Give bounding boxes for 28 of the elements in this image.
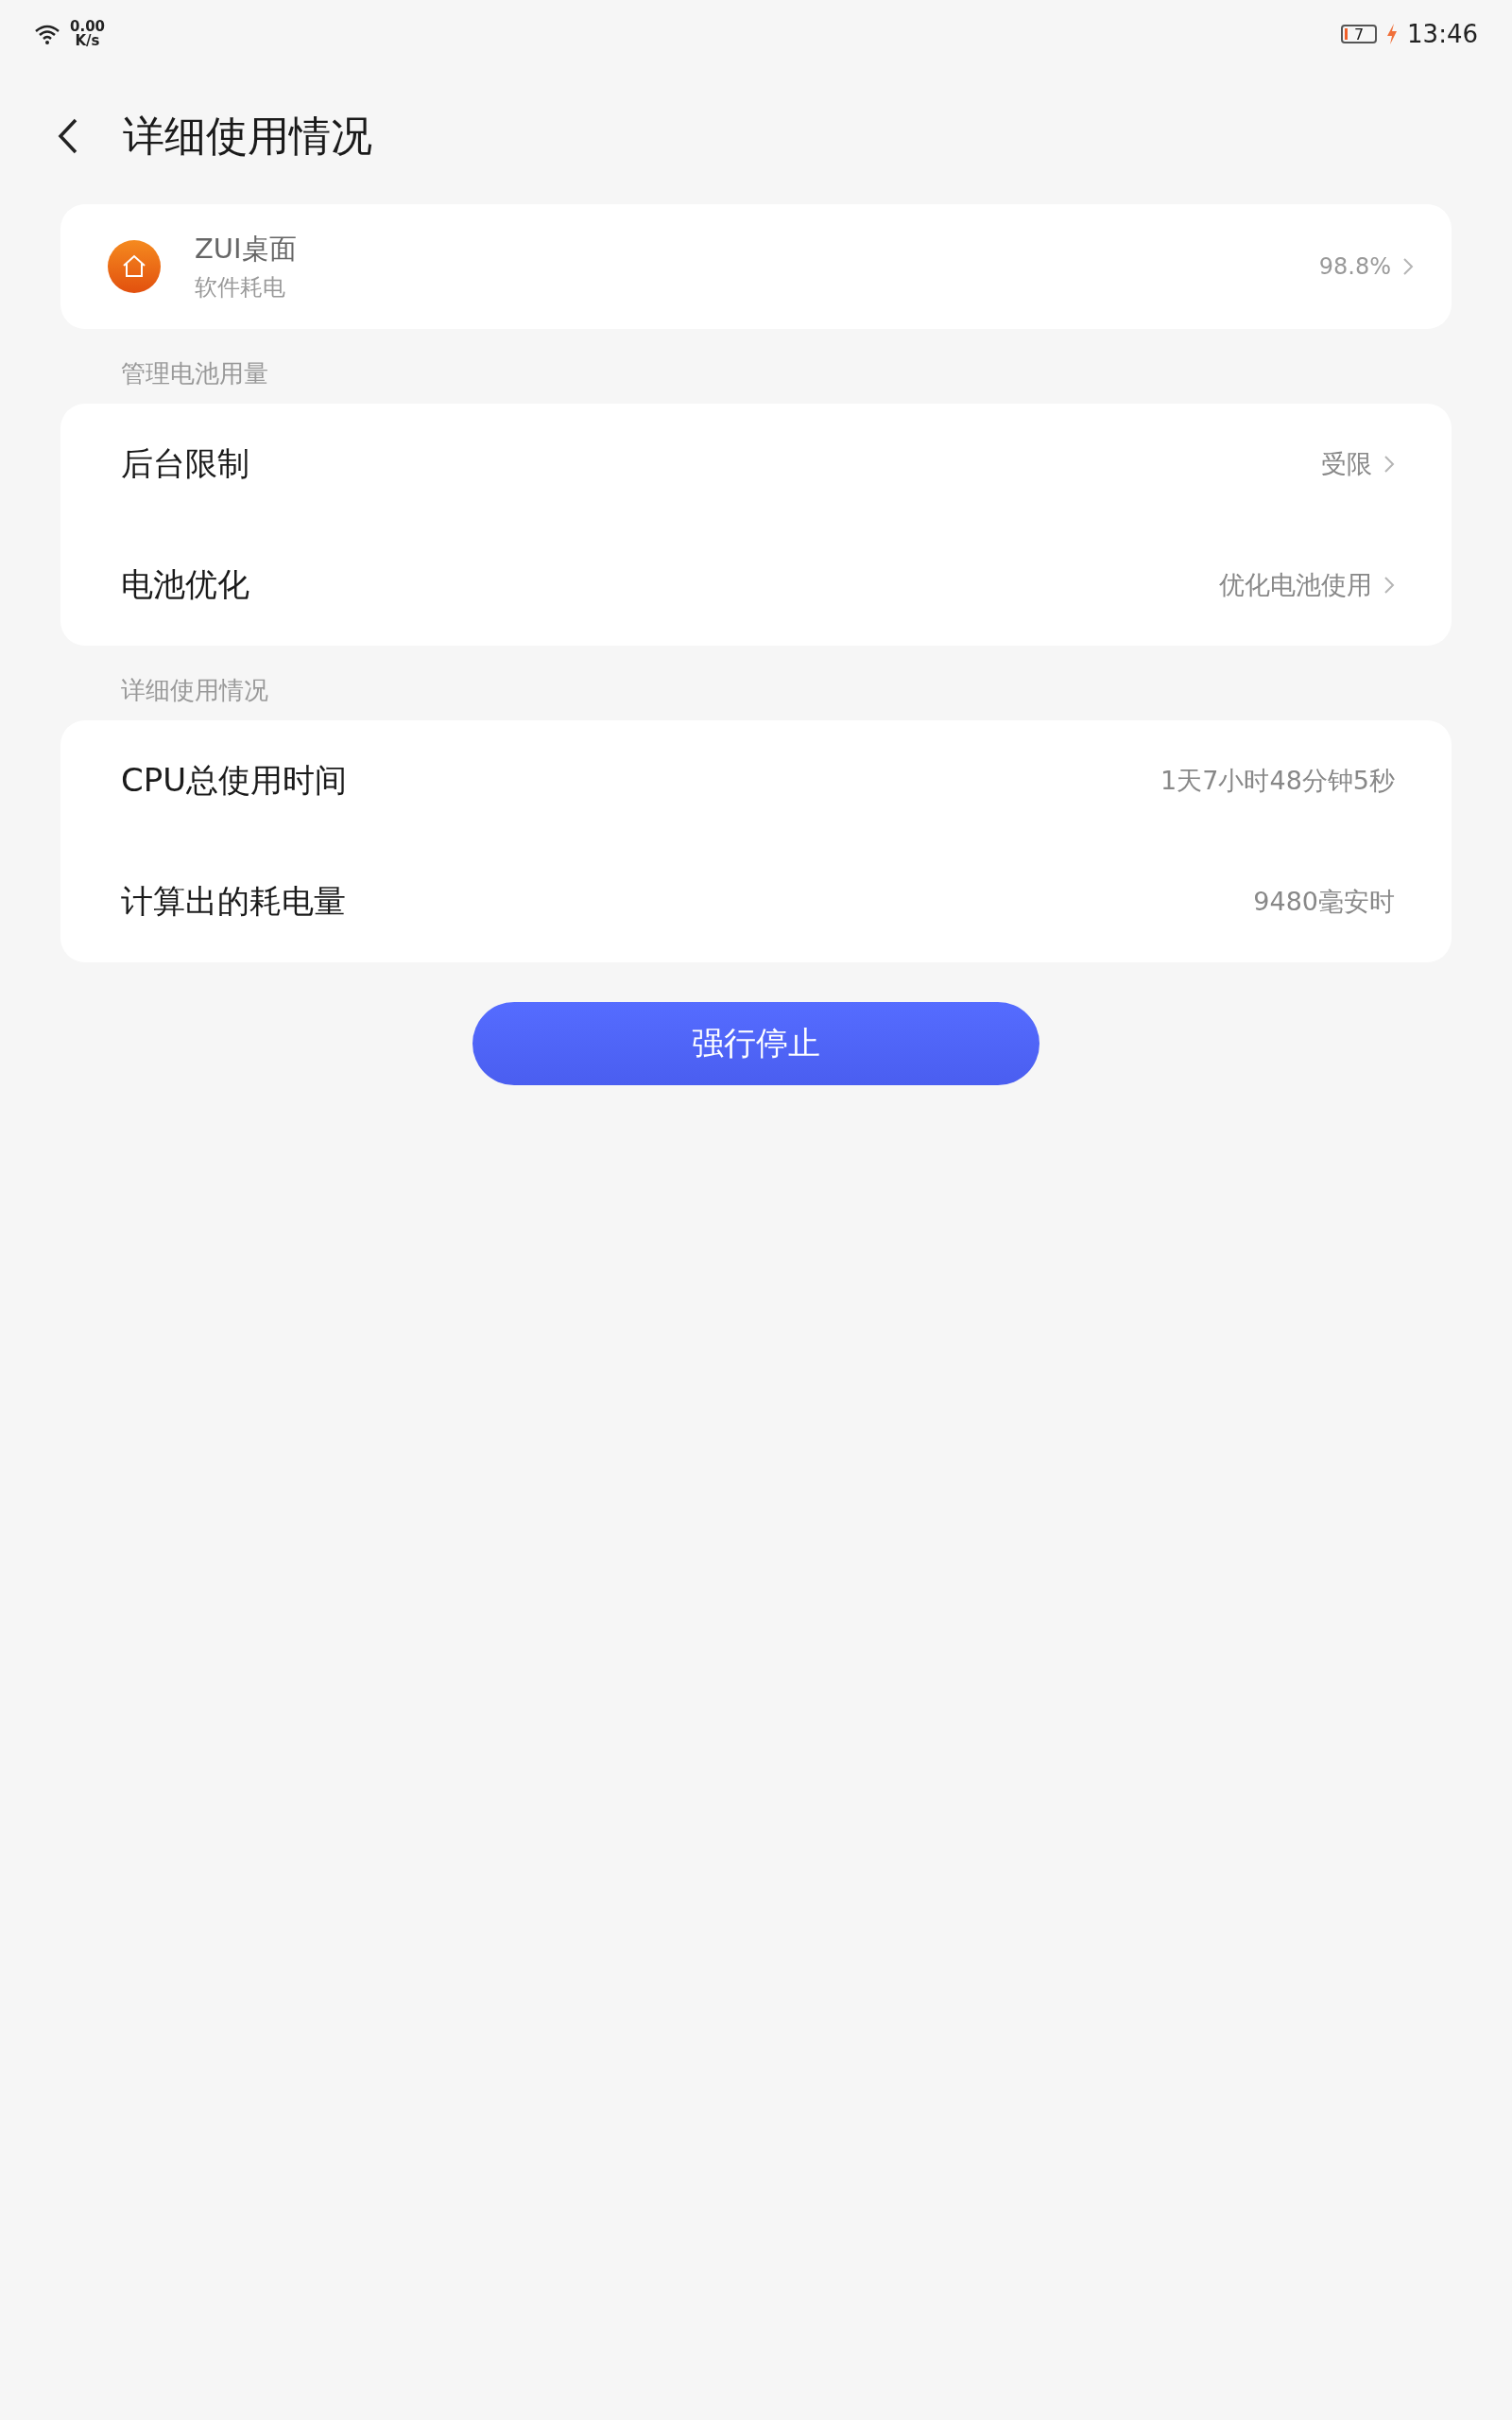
battery-icon: 7 <box>1341 25 1378 43</box>
chevron-icon <box>1402 257 1414 276</box>
row-value: 1天7小时48分钟5秒 <box>1160 765 1395 797</box>
wifi-icon <box>34 24 60 44</box>
row-value: 受限 <box>1321 448 1372 480</box>
home-icon <box>108 240 161 293</box>
row-label: 电池优化 <box>121 564 250 605</box>
net-speed: 0.00 <box>70 20 105 34</box>
row-value: 9480毫安时 <box>1253 886 1395 918</box>
app-card[interactable]: ZUI桌面 软件耗电 98.8% <box>60 204 1452 329</box>
app-name: ZUI桌面 <box>195 232 298 267</box>
section-header: 管理电池用量 <box>121 359 268 388</box>
back-icon[interactable] <box>57 117 79 155</box>
settings-row[interactable]: 后台限制 受限 <box>60 404 1452 525</box>
row-label: CPU总使用时间 <box>121 760 349 801</box>
page-title: 详细使用情况 <box>123 110 372 162</box>
row-label: 后台限制 <box>121 443 250 484</box>
settings-row[interactable]: 电池优化 优化电池使用 <box>60 525 1452 646</box>
app-subtitle: 软件耗电 <box>195 273 286 302</box>
chevron-icon <box>1383 455 1395 474</box>
row-value: 优化电池使用 <box>1219 569 1372 601</box>
row-label: 计算出的耗电量 <box>121 881 347 922</box>
force-stop-button[interactable]: 强行停止 <box>472 1002 1040 1085</box>
net-unit: K/s <box>75 34 100 48</box>
chevron-icon <box>1383 576 1395 595</box>
clock: 13:46 <box>1407 20 1478 48</box>
usage-percent: 98.8% <box>1318 253 1391 280</box>
section-header: 详细使用情况 <box>121 676 268 704</box>
